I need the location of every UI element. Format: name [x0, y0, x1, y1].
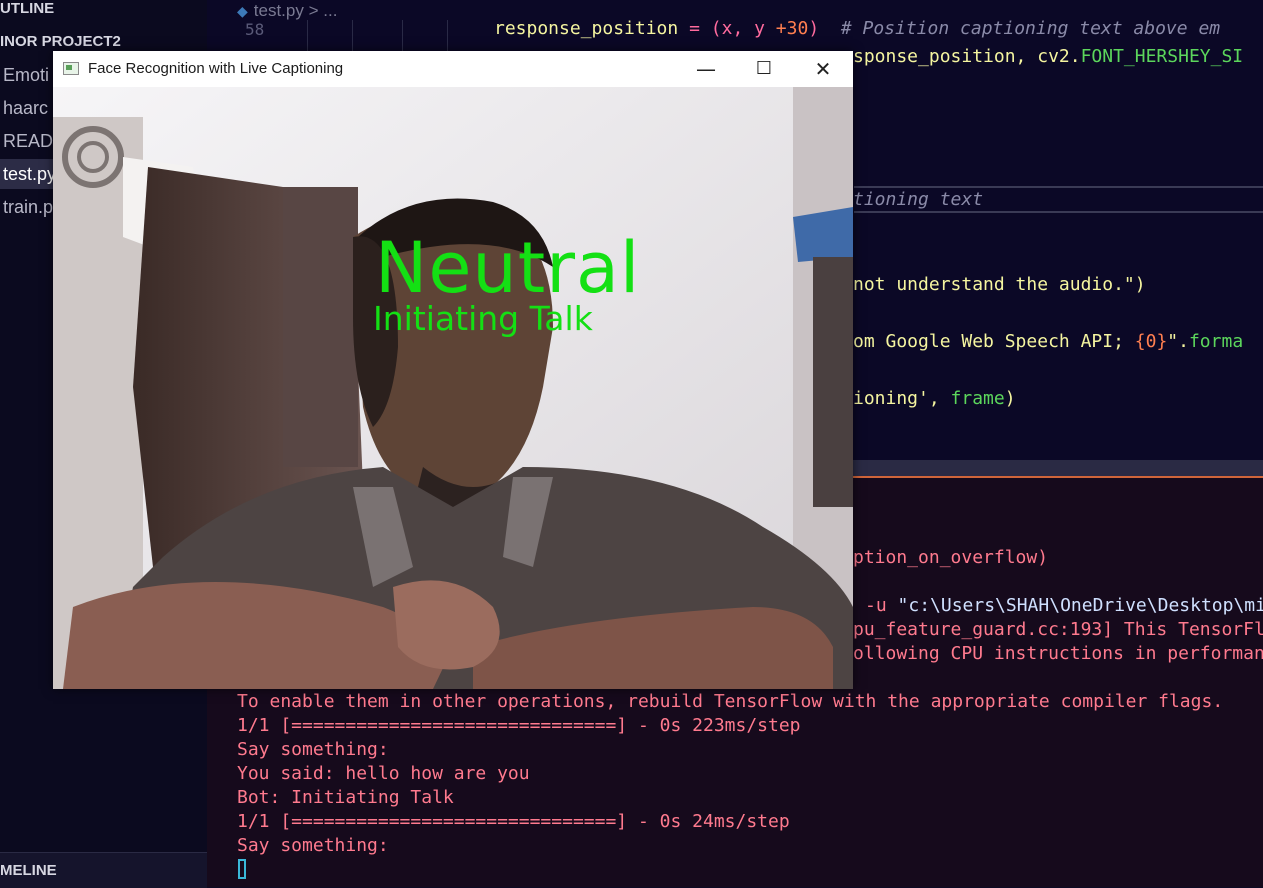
code-token: response_position	[494, 18, 690, 39]
terminal-line: Say something:	[237, 835, 389, 856]
code-token: frame	[950, 388, 1005, 409]
minimize-button[interactable]: —	[677, 51, 735, 87]
terminal-line: 1/1 [==============================] - 0…	[237, 811, 790, 832]
code-token: {0}	[1134, 331, 1168, 352]
emotion-caption: Neutral	[375, 227, 641, 309]
code-token: om Google Web Speech API;	[853, 331, 1135, 352]
terminal-line: 1/1 [==============================] - 0…	[237, 715, 801, 736]
editor-divider	[854, 186, 1263, 188]
code-line-comment: tioning text	[853, 189, 984, 210]
code-token: ".	[1167, 331, 1189, 352]
code-token: sponse_position, cv2.	[853, 46, 1081, 67]
terminal-line: Bot: Initiating Talk	[237, 787, 454, 808]
app-window-icon	[63, 62, 79, 75]
python-file-icon: ◆	[237, 3, 248, 19]
response-caption: Initiating Talk	[373, 299, 593, 338]
code-token: )	[1004, 388, 1016, 409]
code-token: =	[689, 18, 711, 39]
close-button[interactable]: ✕	[794, 51, 852, 87]
webcam-image	[53, 87, 853, 689]
code-comment: # Position captioning text above em	[840, 18, 1221, 39]
code-token: +30	[775, 18, 809, 39]
timeline-header[interactable]: MELINE	[0, 852, 207, 888]
terminal-path: "c:\Users\SHAH\OneDrive\Desktop\mi	[897, 595, 1263, 616]
code-line-58: response_position = (x, y +30) # Positio…	[494, 18, 1220, 39]
breadcrumb-file[interactable]: test.py	[254, 1, 304, 20]
terminal-cursor[interactable]	[238, 859, 246, 879]
breadcrumb[interactable]: ◆ test.py > ...	[237, 0, 337, 22]
face-recognition-window[interactable]: Face Recognition with Live Captioning — …	[53, 51, 853, 689]
terminal-line: You said: hello how are you	[237, 763, 530, 784]
webcam-frame: Neutral Initiating Talk	[53, 87, 853, 689]
terminal-line: pu_feature_guard.cc:193] This TensorFl	[853, 619, 1263, 640]
line-number: 58	[245, 20, 265, 39]
code-token: (x, y	[710, 18, 776, 39]
breadcrumb-rest[interactable]: > ...	[309, 1, 338, 20]
terminal-line: -u "c:\Users\SHAH\OneDrive\Desktop\mi	[865, 595, 1263, 616]
code-line-69: om Google Web Speech API; {0}".forma	[853, 331, 1243, 352]
project-name[interactable]: INOR PROJECT2	[0, 33, 121, 50]
maximize-button[interactable]: ☐	[735, 51, 793, 87]
code-token: ioning',	[853, 388, 951, 409]
code-token: )	[808, 18, 841, 39]
code-line-59: sponse_position, cv2.FONT_HERSHEY_SI	[853, 46, 1243, 67]
code-line-71: ioning', frame)	[853, 388, 1016, 409]
code-token: forma	[1188, 331, 1244, 352]
code-line-67: not understand the audio.")	[853, 274, 1146, 295]
code-token: FONT_HERSHEY_SI	[1080, 46, 1244, 67]
outline-header[interactable]: UTLINE	[0, 0, 54, 17]
terminal-line: To enable them in other operations, rebu…	[237, 691, 1224, 712]
terminal-line: ollowing CPU instructions in performan	[853, 643, 1263, 664]
window-title: Face Recognition with Live Captioning	[88, 60, 344, 77]
terminal-token: -u	[865, 595, 898, 616]
terminal-line: Say something:	[237, 739, 389, 760]
editor-divider	[854, 211, 1263, 213]
terminal-line: ption_on_overflow)	[853, 547, 1049, 568]
window-titlebar[interactable]: Face Recognition with Live Captioning — …	[53, 51, 853, 87]
